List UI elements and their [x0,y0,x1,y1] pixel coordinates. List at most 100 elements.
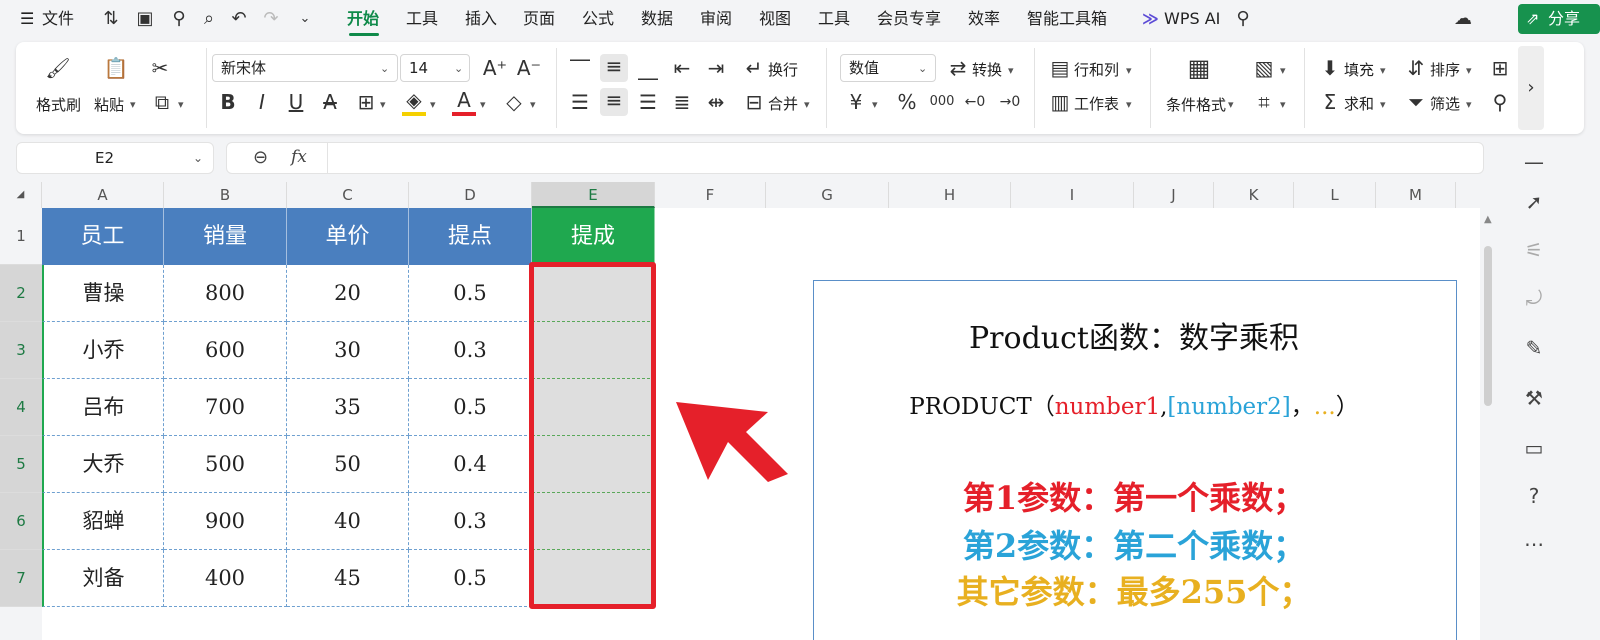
paste-icon[interactable]: 📋 [102,56,130,80]
table-cell[interactable]: 曹操 [42,265,164,322]
table-cell[interactable]: 0.5 [409,379,532,436]
minimize-icon[interactable]: — [1522,150,1546,174]
align-middle-icon[interactable]: ≡ [600,54,628,82]
column-header-f[interactable]: F [655,182,766,208]
column-header-c[interactable]: C [287,182,409,208]
table-cell[interactable]: 900 [164,493,287,550]
table-cell[interactable]: 40 [287,493,409,550]
cut-icon[interactable]: ✂ [146,56,174,80]
table-cell[interactable]: 700 [164,379,287,436]
convert-icon[interactable]: ⇄ [946,56,970,80]
sort-chevron-icon[interactable]: ▾ [1466,64,1472,77]
table-cell[interactable]: 0.3 [409,322,532,379]
table-cell[interactable]: 500 [164,436,287,493]
transform-icon[interactable]: ⤾ [1522,286,1546,310]
column-header-e[interactable]: E [532,182,655,208]
row-header-6[interactable]: 6 [0,493,42,550]
font-name-select[interactable]: 新宋体 [212,54,398,82]
save-icon[interactable]: ▣ [134,8,156,30]
merge-cells-button[interactable]: 合并 [768,93,798,114]
tab-review[interactable]: 审阅 [700,0,732,38]
fill-button[interactable]: 填充 [1344,59,1374,80]
table-cell[interactable]: 400 [164,550,287,607]
column-header-j[interactable]: J [1134,182,1214,208]
column-header-d[interactable]: D [409,182,532,208]
table-cell[interactable]: 0.5 [409,550,532,607]
column-header-a[interactable]: A [42,182,164,208]
row-col-button[interactable]: 行和列 [1074,59,1119,80]
decimal-decrease-icon[interactable]: →0 [996,90,1024,114]
indent-increase-icon[interactable]: ⇥ [704,56,728,80]
table-cell[interactable]: 600 [164,322,287,379]
paste-chevron-icon[interactable]: ▾ [130,98,136,111]
tab-formula[interactable]: 公式 [582,0,614,38]
thousands-icon[interactable]: 000 [928,90,956,114]
align-top-icon[interactable]: ⎺ [568,56,592,80]
percent-icon[interactable]: % [894,90,920,114]
column-header-b[interactable]: B [164,182,287,208]
strikethrough-icon[interactable]: A [318,90,342,114]
convert-chevron-icon[interactable]: ▾ [1008,64,1014,77]
table-cell[interactable]: 0.4 [409,436,532,493]
link-icon[interactable]: ⚲ [168,8,190,30]
tab-efficiency[interactable]: 效率 [968,0,1000,38]
table-cell[interactable]: 35 [287,379,409,436]
worksheet-icon[interactable]: ▥ [1048,90,1072,114]
cloud-chat-icon[interactable]: ☁ [1452,8,1474,30]
format-painter-button[interactable]: 格式刷 [36,94,81,115]
table-cell[interactable]: 0.5 [409,265,532,322]
wps-ai-button[interactable]: WPS AI [1164,0,1220,38]
scroll-up-icon[interactable]: ▲ [1484,214,1492,225]
worksheet-chevron-icon[interactable]: ▾ [1126,98,1132,111]
filter-chevron-icon[interactable]: ▾ [1466,98,1472,111]
tab-insert[interactable]: 插入 [465,0,497,38]
sort-az-icon[interactable]: ⇵ [1404,56,1428,80]
wrap-text-icon[interactable]: ↵ [742,56,766,80]
merge-chevron-icon[interactable]: ▾ [804,98,810,111]
book-icon[interactable]: ▭ [1522,436,1546,460]
tab-tools-2[interactable]: 工具 [818,0,850,38]
conditional-chevron-icon[interactable]: ▾ [1228,98,1234,111]
table-cell[interactable]: 20 [287,265,409,322]
clear-format-icon[interactable]: ◇ [502,90,526,114]
bold-icon[interactable]: B [216,90,240,114]
table-cell[interactable]: 800 [164,265,287,322]
align-left-icon[interactable]: ☰ [568,90,592,114]
formula-bar[interactable]: ⊖ fx [226,142,1484,174]
crop-icon[interactable]: ⌗ [1252,90,1276,114]
find-icon[interactable]: ⚲ [1488,90,1512,114]
zoom-formula-icon[interactable]: ⊖ [253,147,268,169]
currency-chevron-icon[interactable]: ▾ [872,98,878,111]
worksheet-button[interactable]: 工作表 [1074,93,1119,114]
fill-color-icon[interactable]: ◈ [402,88,426,116]
search-icon[interactable]: ⚲ [1232,8,1254,30]
row-header-1[interactable]: 1 [0,208,42,265]
indent-decrease-icon[interactable]: ⇤ [670,56,694,80]
help-icon[interactable]: ? [1522,484,1546,508]
decimal-increase-icon[interactable]: ←0 [962,90,988,114]
font-shrink-icon[interactable]: A⁻ [516,56,542,80]
table-cell[interactable]: 45 [287,550,409,607]
row-header-5[interactable]: 5 [0,436,42,493]
font-size-chevron-icon[interactable]: ⌄ [454,62,463,75]
tab-tools[interactable]: 工具 [406,0,438,38]
tab-smart-toolbox[interactable]: 智能工具箱 [1027,0,1107,38]
table-cell[interactable]: 貂蝉 [42,493,164,550]
header-cell-rate[interactable]: 提点 [409,208,532,265]
row-header-7[interactable]: 7 [0,550,42,607]
fill-chevron-icon[interactable]: ▾ [1380,64,1386,77]
tab-view[interactable]: 视图 [759,0,791,38]
italic-icon[interactable]: I [250,90,274,114]
crop-chevron-icon[interactable]: ▾ [1280,98,1286,111]
table-cell[interactable]: 0.3 [409,493,532,550]
header-cell-employee[interactable]: 员工 [42,208,164,265]
select-all-corner-icon[interactable]: ◢ [0,182,42,208]
convert-button[interactable]: 转换 [972,59,1002,80]
freeze-panes-icon[interactable]: ⊞ [1488,56,1512,80]
header-cell-price[interactable]: 单价 [287,208,409,265]
conditional-format-icon[interactable]: ▦ [1184,56,1214,80]
format-painter-icon[interactable]: 🖌 [44,56,72,80]
row-header-2[interactable]: 2 [0,265,42,322]
ribbon-expand-chevron-icon[interactable]: › [1518,46,1544,130]
share-button[interactable]: ⇗ 分享 [1518,4,1600,34]
